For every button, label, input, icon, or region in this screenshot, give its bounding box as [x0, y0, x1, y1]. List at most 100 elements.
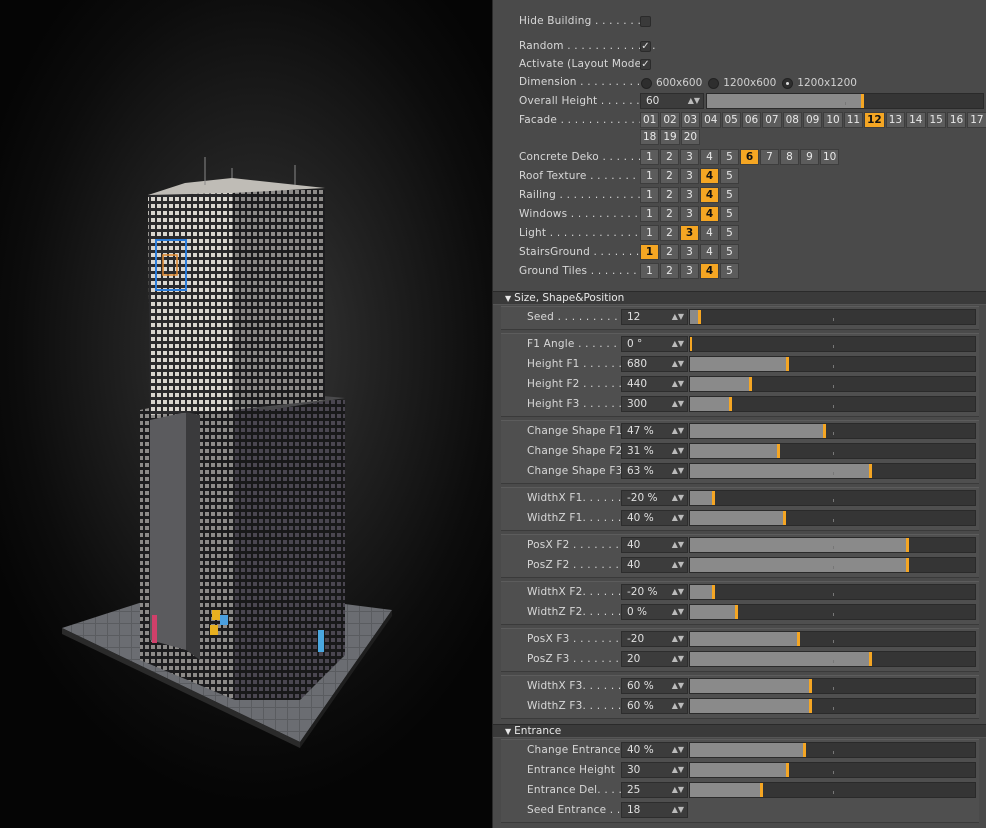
3d-viewport[interactable] — [0, 0, 492, 828]
concrete-deko-option-5[interactable]: 5 — [720, 149, 739, 165]
concrete-deko-option-9[interactable]: 9 — [800, 149, 819, 165]
stepper-arrows-icon[interactable]: ▲▼ — [672, 397, 684, 411]
stairs-ground-option-4[interactable]: 4 — [700, 244, 719, 260]
slider-knob[interactable] — [777, 444, 781, 458]
stepper-arrows-icon[interactable]: ▲▼ — [672, 491, 684, 505]
slider-knob[interactable] — [734, 605, 738, 619]
slider-knob[interactable] — [728, 397, 732, 411]
slider-knob[interactable] — [822, 424, 826, 438]
ground-tiles-option-5[interactable]: 5 — [720, 263, 739, 279]
facade-option-07[interactable]: 07 — [762, 112, 782, 128]
stepper-arrows-icon[interactable]: ▲▼ — [672, 464, 684, 478]
param-field-4-0[interactable]: 40 ▲▼ — [621, 537, 688, 553]
param-slider-5-1[interactable] — [689, 604, 976, 620]
param-slider-6-1[interactable] — [689, 651, 976, 667]
param-slider-2-0[interactable] — [689, 423, 976, 439]
facade-option-14[interactable]: 14 — [906, 112, 926, 128]
facade-option-15[interactable]: 15 — [926, 112, 946, 128]
param-field-3-0[interactable]: -20 % ▲▼ — [621, 490, 688, 506]
stepper-arrows-icon[interactable]: ▲▼ — [672, 679, 684, 693]
param-slider-entrance-2[interactable] — [689, 782, 976, 798]
slider-knob[interactable] — [697, 310, 701, 324]
railing-option-2[interactable]: 2 — [660, 187, 679, 203]
concrete-deko-option-4[interactable]: 4 — [700, 149, 719, 165]
facade-option-20[interactable]: 20 — [680, 129, 701, 145]
facade-option-11[interactable]: 11 — [843, 112, 864, 128]
facade-option-13[interactable]: 13 — [885, 112, 906, 128]
railing-option-4[interactable]: 4 — [700, 187, 719, 203]
concrete-deko-option-6[interactable]: 6 — [740, 149, 759, 165]
param-field-0-0[interactable]: 12 ▲▼ — [621, 309, 688, 325]
stepper-arrows-icon[interactable]: ▲▼ — [672, 763, 684, 777]
stairs-ground-option-1[interactable]: 1 — [640, 244, 659, 260]
stepper-arrows-icon[interactable]: ▲▼ — [672, 743, 684, 757]
light-option-3[interactable]: 3 — [680, 225, 699, 241]
param-field-6-0[interactable]: -20 ▲▼ — [621, 631, 688, 647]
concrete-deko-option-2[interactable]: 2 — [660, 149, 679, 165]
param-field-7-1[interactable]: 60 % ▲▼ — [621, 698, 688, 714]
concrete-deko-option-1[interactable]: 1 — [640, 149, 659, 165]
slider-knob[interactable] — [868, 652, 872, 666]
stepper-arrows-icon[interactable]: ▲▼ — [672, 310, 684, 324]
param-field-2-0[interactable]: 47 % ▲▼ — [621, 423, 688, 439]
collapse-triangle-icon[interactable]: ▼ — [505, 727, 511, 736]
railing-option-1[interactable]: 1 — [640, 187, 659, 203]
stepper-arrows-icon[interactable]: ▲▼ — [672, 632, 684, 646]
slider-knob[interactable] — [785, 357, 789, 371]
param-slider-3-1[interactable] — [689, 510, 976, 526]
param-field-2-1[interactable]: 31 % ▲▼ — [621, 443, 688, 459]
overall-height-field[interactable]: 60 ▲▼ — [640, 93, 704, 109]
stairs-ground-option-5[interactable]: 5 — [720, 244, 739, 260]
stepper-arrows-icon[interactable]: ▲▼ — [672, 605, 684, 619]
concrete-deko-option-3[interactable]: 3 — [680, 149, 699, 165]
slider-knob[interactable] — [711, 585, 715, 599]
stepper-arrows-icon[interactable]: ▲▼ — [672, 783, 684, 797]
stepper-arrows-icon[interactable]: ▲▼ — [672, 538, 684, 552]
param-field-5-1[interactable]: 0 % ▲▼ — [621, 604, 688, 620]
light-option-5[interactable]: 5 — [720, 225, 739, 241]
slider-knob[interactable] — [690, 337, 692, 351]
stepper-arrows-icon[interactable]: ▲▼ — [688, 94, 700, 108]
param-slider-2-2[interactable] — [689, 463, 976, 479]
windows-option-3[interactable]: 3 — [680, 206, 699, 222]
stepper-arrows-icon[interactable]: ▲▼ — [672, 444, 684, 458]
slider-knob[interactable] — [808, 699, 812, 713]
facade-option-16[interactable]: 16 — [946, 112, 967, 128]
windows-option-2[interactable]: 2 — [660, 206, 679, 222]
activate-layout-checkbox[interactable]: ✓ — [640, 59, 651, 70]
param-field-1-3[interactable]: 300 ▲▼ — [621, 396, 688, 412]
param-slider-2-1[interactable] — [689, 443, 976, 459]
concrete-deko-option-7[interactable]: 7 — [760, 149, 779, 165]
param-slider-1-0[interactable] — [689, 336, 976, 352]
param-field-1-1[interactable]: 680 ▲▼ — [621, 356, 688, 372]
facade-option-06[interactable]: 06 — [741, 112, 762, 128]
hide-building-checkbox[interactable] — [640, 16, 651, 27]
concrete-deko-option-8[interactable]: 8 — [780, 149, 799, 165]
param-field-1-0[interactable]: 0 ° ▲▼ — [621, 336, 688, 352]
railing-option-5[interactable]: 5 — [720, 187, 739, 203]
param-slider-7-1[interactable] — [689, 698, 976, 714]
facade-option-12[interactable]: 12 — [864, 112, 885, 128]
param-slider-5-0[interactable] — [689, 584, 976, 600]
stepper-arrows-icon[interactable]: ▲▼ — [672, 803, 684, 817]
slider-knob[interactable] — [868, 464, 872, 478]
param-field-1-2[interactable]: 440 ▲▼ — [621, 376, 688, 392]
dimension-radio-1200x1200[interactable] — [782, 77, 794, 89]
param-field-entrance-1[interactable]: 30 ▲▼ — [621, 762, 688, 778]
slider-knob[interactable] — [803, 743, 806, 757]
facade-option-08[interactable]: 08 — [782, 112, 802, 128]
slider-knob[interactable] — [711, 491, 715, 505]
roof-texture-option-3[interactable]: 3 — [680, 168, 699, 184]
overall-height-slider[interactable] — [706, 93, 984, 109]
facade-option-10[interactable]: 10 — [823, 112, 843, 128]
ground-tiles-option-1[interactable]: 1 — [640, 263, 659, 279]
light-option-4[interactable]: 4 — [700, 225, 719, 241]
param-slider-0-0[interactable] — [689, 309, 976, 325]
param-field-7-0[interactable]: 60 % ▲▼ — [621, 678, 688, 694]
roof-texture-option-2[interactable]: 2 — [660, 168, 679, 184]
slider-knob[interactable] — [785, 763, 789, 777]
param-slider-1-3[interactable] — [689, 396, 976, 412]
concrete-deko-option-10[interactable]: 10 — [820, 149, 840, 165]
section-header-size[interactable]: ▼ Size, Shape&Position — [493, 291, 986, 305]
param-slider-7-0[interactable] — [689, 678, 976, 694]
